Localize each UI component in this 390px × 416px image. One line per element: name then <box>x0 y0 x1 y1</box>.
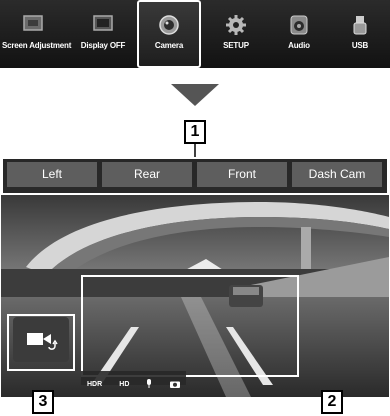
switch-camera-button[interactable] <box>13 317 69 362</box>
status-bar: HDR HD <box>81 371 186 389</box>
view-buttons-highlight <box>1 157 389 195</box>
callout-2: 2 <box>321 390 343 414</box>
snapshot-camera-icon[interactable] <box>164 378 186 392</box>
camera-screen: Left Rear Front Dash Cam HDR HD <box>1 157 389 397</box>
mic-icon <box>140 378 158 392</box>
hdr-indicator: HDR <box>87 381 103 388</box>
hd-indicator: HD <box>119 381 130 388</box>
camera-display-highlight <box>81 275 299 377</box>
camera-switch-icon <box>25 329 59 355</box>
callout-3: 3 <box>32 390 54 414</box>
